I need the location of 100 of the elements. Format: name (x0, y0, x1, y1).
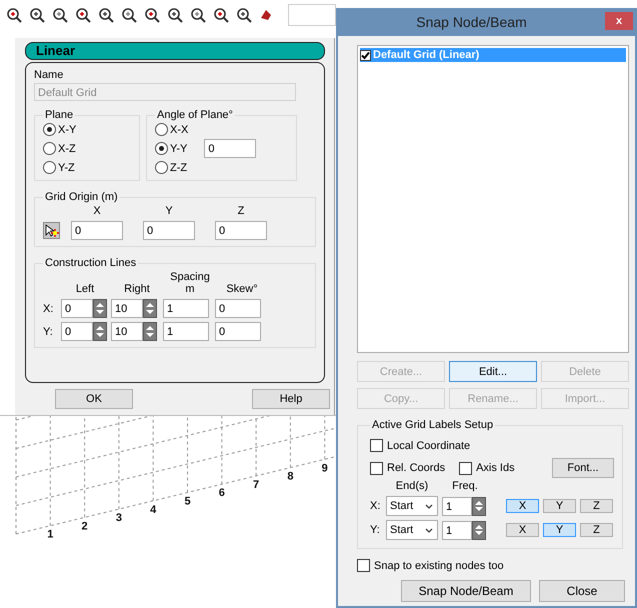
font-button[interactable]: Font... (552, 458, 614, 478)
left-field[interactable]: 0 (61, 322, 93, 341)
spin-button[interactable] (143, 322, 157, 341)
end-dropdown[interactable]: Start (386, 496, 438, 516)
window-close-button[interactable]: x (605, 12, 633, 30)
end-dropdown[interactable]: Start (386, 520, 438, 540)
name-label: Name (34, 69, 64, 81)
checkbox[interactable] (459, 462, 472, 474)
dialog-button[interactable]: OK (55, 389, 133, 409)
freq-field[interactable]: 1 (442, 520, 472, 540)
column-header: Skew° (225, 283, 259, 295)
grid-label: 9 (322, 462, 328, 474)
skew-field[interactable]: 0 (215, 322, 261, 341)
spin-button[interactable] (472, 496, 486, 516)
magnifier-icon[interactable] (52, 7, 68, 23)
magnifier-icon[interactable] (121, 7, 137, 23)
radio-label: Y-Z (58, 162, 75, 174)
footer-button[interactable]: Close (539, 580, 625, 602)
row-label: Y: (43, 326, 54, 338)
column-header: Left (74, 283, 96, 295)
spin-button[interactable] (93, 299, 107, 318)
shape-icon[interactable] (259, 8, 273, 22)
radio-option[interactable]: Y-Y (155, 142, 188, 155)
checkbox[interactable] (357, 559, 370, 572)
radio-option[interactable]: Z-Z (155, 161, 188, 174)
magnifier-icon[interactable] (190, 7, 206, 23)
radio-label: Z-Z (170, 162, 188, 174)
origin-field[interactable]: 0 (215, 221, 267, 240)
grid-label: 7 (253, 478, 260, 491)
spin-button[interactable] (143, 299, 157, 318)
radio-label: X-Z (58, 142, 76, 154)
radio-option[interactable]: X-Z (43, 142, 131, 155)
row-label: Y: (370, 524, 381, 536)
chevron-icon (425, 504, 433, 508)
column-header: Right (123, 283, 151, 295)
dialog-button[interactable]: Help (252, 389, 330, 409)
axis-button[interactable]: Y (543, 499, 576, 513)
checkbox-label: Local Coordinate (387, 440, 470, 452)
radio-button[interactable] (43, 123, 56, 136)
row-label: X: (43, 302, 54, 314)
checkbox[interactable] (370, 439, 383, 452)
right-field[interactable]: 10 (111, 322, 143, 341)
group-title: Active Grid Labels Setup (371, 419, 494, 431)
origin-field[interactable]: 0 (71, 221, 123, 240)
spin-button[interactable] (93, 322, 107, 341)
radio-button[interactable] (43, 142, 56, 155)
axis-button[interactable]: Y (543, 523, 576, 537)
checkbox[interactable] (360, 50, 371, 60)
magnifier-icon[interactable] (6, 7, 22, 23)
radio-label: X-Y (58, 124, 76, 136)
axis-header: Y (164, 205, 174, 217)
radio-option[interactable]: Y-Z (43, 161, 131, 174)
magnifier-icon[interactable] (236, 7, 252, 23)
axis-button[interactable]: X (506, 499, 539, 513)
radio-button[interactable] (43, 161, 56, 174)
radio-label: X-X (170, 124, 188, 136)
checkbox-label: Snap to existing nodes too (374, 560, 504, 572)
grid-label: 4 (150, 504, 156, 516)
axis-header: Z (236, 205, 246, 217)
magnifier-icon[interactable] (213, 7, 229, 23)
axis-button[interactable]: Z (580, 499, 613, 513)
angle-field[interactable]: 0 (204, 139, 256, 158)
axis-button[interactable]: X (506, 523, 539, 537)
window-title: Snap Node/Beam (415, 14, 528, 30)
group-title: Angle of Plane° (156, 109, 234, 121)
radio-button[interactable] (155, 123, 168, 136)
grid-label: 3 (116, 512, 122, 524)
magnifier-icon[interactable] (167, 7, 183, 23)
pick-point-button[interactable] (43, 222, 60, 239)
group-title: Grid Origin (m) (44, 191, 119, 203)
axis-button[interactable]: Z (580, 523, 613, 537)
dialog-title: Linear (25, 42, 325, 60)
footer-button[interactable]: Snap Node/Beam (401, 580, 531, 602)
grid-label: 8 (287, 470, 294, 483)
magnifier-icon[interactable] (29, 7, 45, 23)
grid-label: 1 (47, 528, 54, 541)
toolbar-field[interactable] (288, 4, 336, 26)
action-button[interactable]: Edit... (449, 361, 537, 382)
skew-field[interactable]: 0 (215, 299, 261, 318)
checkbox-label: Rel. Coords (387, 462, 446, 474)
freq-field[interactable]: 1 (442, 496, 472, 516)
origin-field[interactable]: 0 (143, 221, 195, 240)
group-title: Plane (44, 109, 74, 121)
radio-button[interactable] (155, 161, 168, 174)
checkbox[interactable] (370, 462, 383, 474)
left-field[interactable]: 0 (61, 299, 93, 318)
radio-option[interactable]: X-X (155, 123, 188, 136)
radio-button[interactable] (155, 142, 168, 155)
grid-label: 6 (218, 487, 225, 500)
magnifier-icon[interactable] (75, 7, 91, 23)
magnifier-icon[interactable] (144, 7, 160, 23)
checkbox-label: Axis Ids (476, 462, 515, 474)
group-title: Construction Lines (44, 257, 138, 269)
magnifier-icon[interactable] (98, 7, 114, 23)
spacing-field[interactable]: 1 (163, 322, 209, 341)
radio-option[interactable]: X-Y (43, 123, 131, 136)
spacing-field[interactable]: 1 (163, 299, 209, 318)
spin-button[interactable] (472, 520, 486, 540)
column-header: End(s) (394, 480, 430, 492)
right-field[interactable]: 10 (111, 299, 143, 318)
